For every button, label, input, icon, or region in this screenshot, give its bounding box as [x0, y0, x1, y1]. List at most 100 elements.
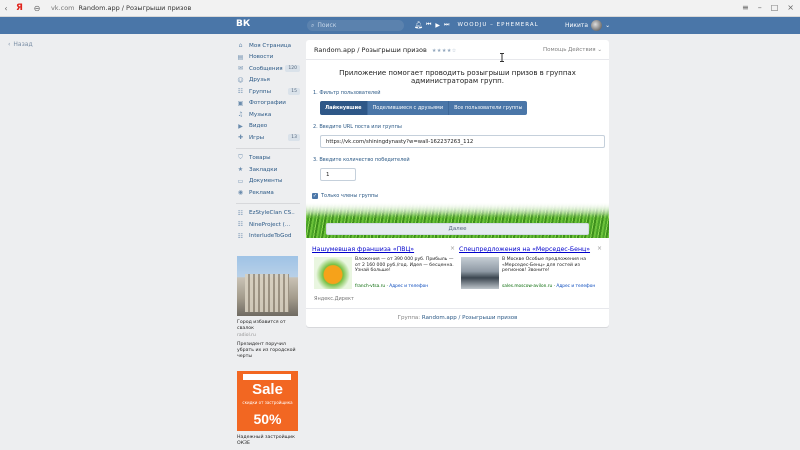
back-label: Назад: [13, 41, 33, 48]
filter-shared-button[interactable]: Поделившиеся с друзьями: [367, 101, 450, 115]
sidebar-item-label: Моя Страница: [249, 42, 292, 49]
ad-title[interactable]: Город избавится от свалок: [237, 320, 298, 332]
direct-ad-domain-text[interactable]: franch-vtsa.ru: [355, 284, 385, 289]
home-icon: ⌂: [238, 42, 243, 50]
sidebar-item[interactable]: ▶ Видео: [236, 121, 300, 133]
help-link[interactable]: Помощь: [543, 47, 566, 53]
direct-ad-image[interactable]: [314, 257, 352, 289]
sidebar-item-label: Игры: [249, 134, 265, 141]
ad-image[interactable]: [237, 256, 298, 316]
user-menu[interactable]: Никита ⌄: [565, 20, 610, 31]
sidebar-item[interactable]: ▤ Новости: [236, 52, 300, 64]
ad-title[interactable]: Надежный застройщик ОКЗЕ: [237, 435, 298, 447]
sidebar-item[interactable]: ★ Закладки: [236, 164, 300, 176]
address-title: Random.app / Розыгрыши призов: [78, 4, 192, 12]
post-url-input[interactable]: [320, 135, 605, 148]
search-box[interactable]: ⌕: [307, 20, 404, 31]
app-title-text: Random.app / Розыгрыши призов: [314, 46, 427, 54]
next-button[interactable]: Далее: [326, 223, 589, 235]
direct-ad-address-link[interactable]: Адрес и телефон: [556, 284, 595, 289]
ad-sale-percent: 50%: [253, 411, 282, 427]
sidebar-item-label: Музыка: [249, 111, 272, 118]
sidebar-item-label: Фотографии: [249, 100, 286, 107]
friends-icon: ☺: [237, 76, 244, 84]
sidebar-divider: [236, 202, 300, 204]
avatar: [591, 20, 603, 31]
sidebar-item-label: Документы: [249, 178, 283, 185]
ad-sale-text: Sale: [252, 381, 283, 398]
footer-group-link[interactable]: Random.app / Розыгрыши призов: [422, 315, 517, 321]
ad-domain: radiol.ru: [237, 333, 256, 338]
direct-ad-title[interactable]: Спецпредложения на «Мерседес-Бенц»: [459, 246, 604, 253]
browser-controls: ≡ – □ ×: [742, 3, 794, 12]
left-sidebar: ⌂ Моя Страница ▤ Новости ✉ Сообщения 120 ☺ Друзь…: [236, 40, 300, 242]
sidebar-item-label: Реклама: [249, 189, 274, 196]
menu-icon[interactable]: ≡: [742, 3, 749, 12]
yandex-direct-block: Нашумевшая франшиза «ПВЦ» × Вложения — о…: [306, 245, 609, 301]
sidebar-item[interactable]: ✚ Игры 13: [236, 132, 300, 144]
back-arrow-icon[interactable]: ‹: [0, 4, 12, 13]
direct-ad-image[interactable]: [461, 257, 499, 289]
ad-sale-subtext: скидки от застройщика: [242, 400, 293, 405]
ad-image[interactable]: Sale скидки от застройщика 50%: [237, 371, 298, 431]
lock-icon: ⊖: [33, 3, 41, 13]
direct-ad-2[interactable]: Спецпредложения на «Мерседес-Бенц» × В М…: [459, 245, 604, 301]
minimize-icon[interactable]: –: [758, 3, 762, 12]
vk-header: ВК ⌕ 🔔︎ ⏮︎ ▶ ⏭︎ WOODJU – EPHEMERAL Никит…: [0, 17, 800, 34]
sidebar-item[interactable]: ♫ Музыка: [236, 109, 300, 121]
close-icon[interactable]: ×: [450, 245, 455, 252]
user-name: Никита: [565, 22, 589, 29]
sidebar-item-label: Закладки: [249, 166, 278, 173]
yandex-logo[interactable]: Я: [16, 3, 23, 13]
yandex-direct-label[interactable]: Яндекс.Директ: [314, 296, 354, 302]
direct-ad-title[interactable]: Нашумевшая франшиза «ПВЦ»: [312, 246, 457, 253]
maximize-icon[interactable]: □: [771, 3, 779, 12]
step3-label: 3. Введите количество победителей: [313, 157, 410, 163]
sidebar-item[interactable]: ⌂ Моя Страница: [236, 40, 300, 52]
track-title[interactable]: WOODJU – EPHEMERAL: [457, 22, 538, 28]
sidebar-group-item[interactable]: ☷ EzStyleClan CS..: [236, 208, 300, 220]
sidebar-count-badge: 15: [288, 88, 300, 96]
actions-menu[interactable]: Действия ⌄: [568, 47, 602, 53]
direct-ad-domain-text[interactable]: sales.moscow-avilon.ru: [502, 284, 552, 289]
bell-icon[interactable]: 🔔︎: [414, 21, 423, 29]
checkbox-checked-icon[interactable]: ✓: [312, 193, 318, 199]
sidebar-item[interactable]: ✉ Сообщения 120: [236, 63, 300, 75]
winners-count-input[interactable]: [320, 168, 356, 181]
sidebar-item[interactable]: ▣ Фотографии: [236, 98, 300, 110]
back-link[interactable]: ‹ Назад: [8, 41, 33, 48]
direct-ad-text: В Москве Особые предложения на «Мерседес…: [502, 257, 587, 274]
sidebar-count-badge: 13: [288, 134, 300, 142]
sidebar-item-label: Группы: [249, 88, 272, 95]
vk-logo[interactable]: ВК: [236, 19, 251, 32]
sidebar-group-item[interactable]: ☷ NineProject (...: [236, 219, 300, 231]
sidebar-item[interactable]: ⛉ Товары: [236, 153, 300, 165]
sidebar-item[interactable]: ▭ Документы: [236, 176, 300, 188]
sidebar-group-label: NineProject (...: [249, 221, 291, 228]
bookmarks-icon: ★: [237, 166, 244, 174]
sidebar-ad-2[interactable]: Sale скидки от застройщика 50% Надежный …: [237, 371, 298, 447]
sidebar-count-badge: 120: [285, 65, 300, 73]
close-icon[interactable]: ×: [597, 245, 602, 252]
search-icon: ⌕: [311, 21, 315, 29]
prev-icon[interactable]: ⏮︎: [426, 21, 431, 29]
next-icon[interactable]: ⏭︎: [444, 21, 449, 29]
filter-liked-button[interactable]: Лайкнувшие: [320, 101, 368, 115]
sidebar-group-label: InterludeToGod: [249, 233, 292, 240]
search-input[interactable]: [317, 22, 398, 29]
filter-all-button[interactable]: Все пользователи группы: [449, 101, 528, 115]
sidebar-group-item[interactable]: ☷ InterludeToGod: [236, 231, 300, 243]
close-icon[interactable]: ×: [787, 3, 794, 12]
play-icon[interactable]: ▶: [435, 22, 440, 29]
direct-ad-1[interactable]: Нашумевшая франшиза «ПВЦ» × Вложения — о…: [312, 245, 457, 301]
sidebar-item[interactable]: ☺ Друзья: [236, 75, 300, 87]
footer-prefix: Группа:: [397, 315, 421, 321]
group-icon: ☷: [237, 232, 244, 240]
ads-icon: ◉: [237, 189, 244, 197]
only-members-checkbox[interactable]: ✓ Только члены группы: [312, 193, 378, 199]
direct-ad-address-link[interactable]: Адрес и телефон: [389, 284, 428, 289]
sidebar-ad-1[interactable]: Город избавится от свалок radiol.ru През…: [237, 256, 298, 360]
sidebar-item[interactable]: ☷ Группы 15: [236, 86, 300, 98]
address-bar[interactable]: vk.com Random.app / Розыгрыши призов: [51, 4, 191, 12]
sidebar-item[interactable]: ◉ Реклама: [236, 187, 300, 199]
